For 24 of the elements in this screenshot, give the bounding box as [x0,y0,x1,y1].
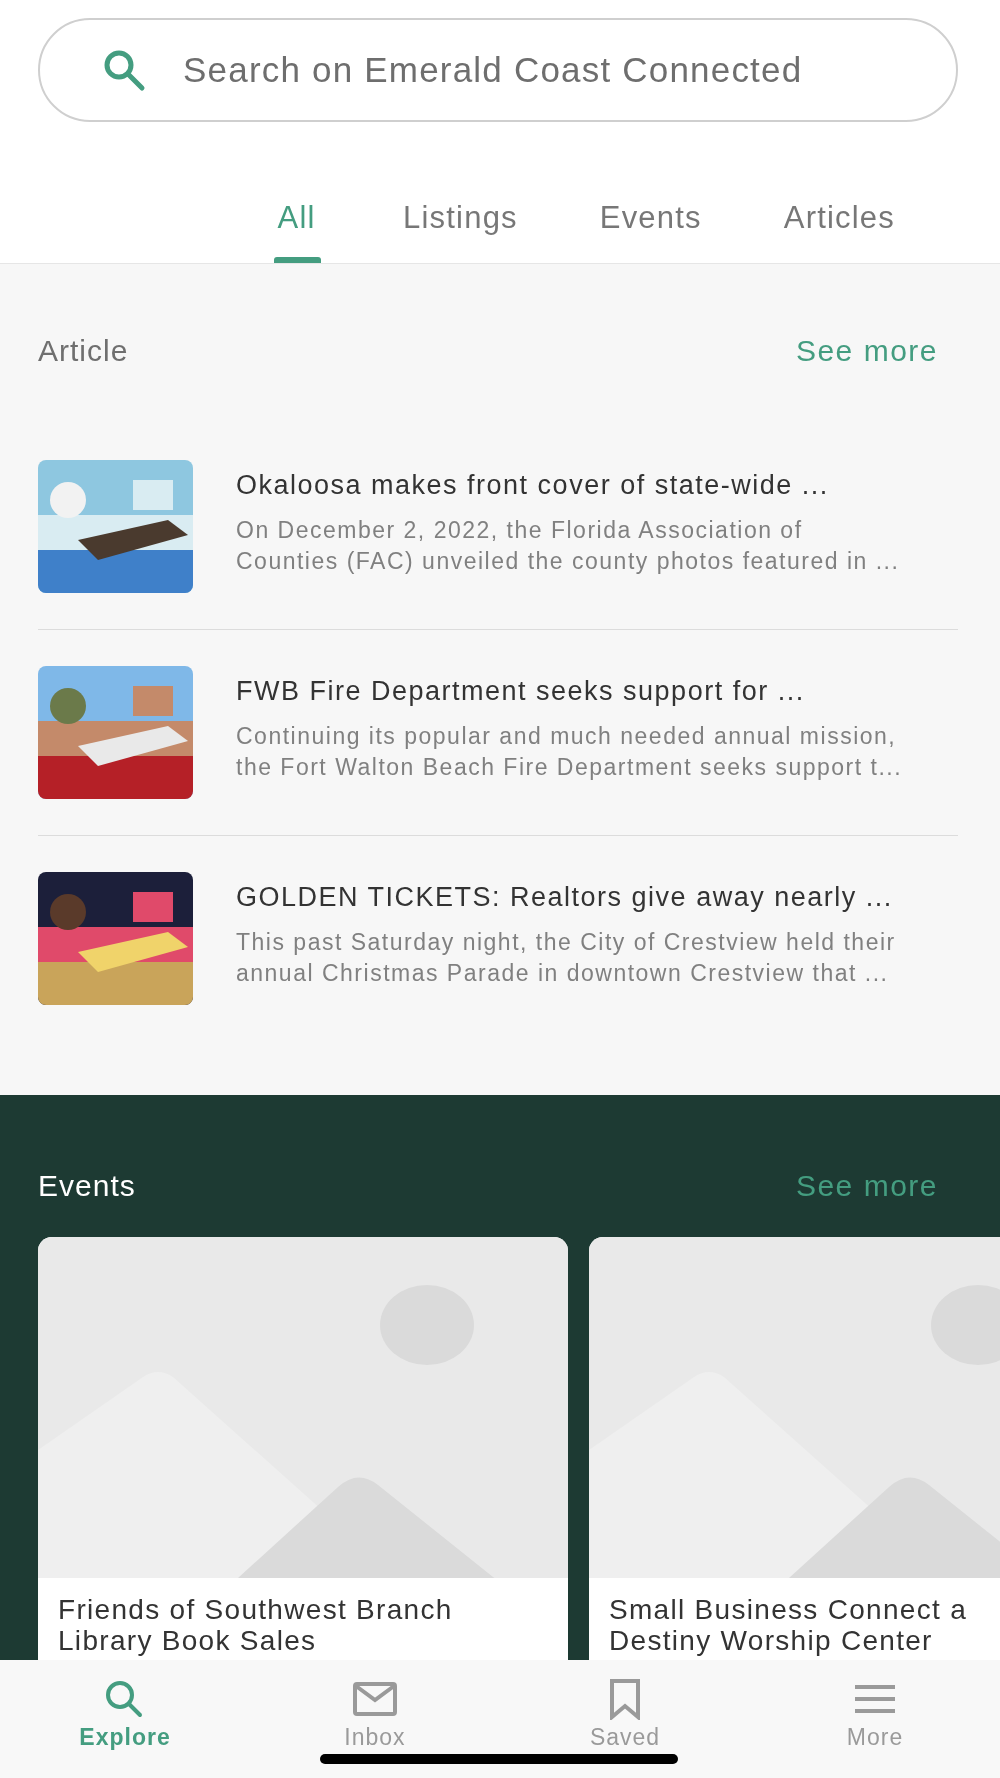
article-summary: Continuing its popular and much needed annual mission, the Fort Walton Beach Fire Department seeks support t... [236,722,903,782]
section-title: Events [38,1169,136,1203]
tab[interactable]: Articles [783,200,895,263]
nav-tab[interactable]: More [750,1660,1000,1778]
nav-tab[interactable]: Saved [500,1660,750,1778]
tab[interactable]: Listings [403,200,518,263]
event-title: Small Business Connect a Destiny Worship Center [609,1594,968,1656]
event-card[interactable]: Friends of Southwest Branch Library Book Sales [38,1237,568,1660]
event-card[interactable]: Small Business Connect a Destiny Worship Center [589,1237,1000,1660]
article-title[interactable]: GOLDEN TICKETS: Realtors give away nearly ... [236,882,896,913]
article-summary: This past Saturday night, the City of Crestview held their annual Christmas Parade in downtown Crestview that ... [236,928,896,988]
article-title[interactable]: Okaloosa makes front cover of state-wide ... [236,470,900,501]
search-icon [102,48,146,92]
tab[interactable]: All [272,200,322,263]
article-title[interactable]: FWB Fire Department seeks support for ... [236,676,903,707]
section-title: Article [38,334,129,368]
nav-tab[interactable]: Inbox [250,1660,500,1778]
event-title: Friends of Southwest Branch Library Book Sales [58,1594,453,1656]
search-field[interactable]: Search on Emerald Coast Connected [38,18,958,122]
see-more-link[interactable]: See more [795,334,938,368]
see-more-link[interactable]: See more [795,1169,938,1203]
nav-tab[interactable]: Explore [0,1660,250,1778]
tab[interactable]: Events [599,200,702,263]
article-summary: On December 2, 2022, the Florida Association of Counties (FAC) unveiled the county photos featured in ... [236,516,900,576]
